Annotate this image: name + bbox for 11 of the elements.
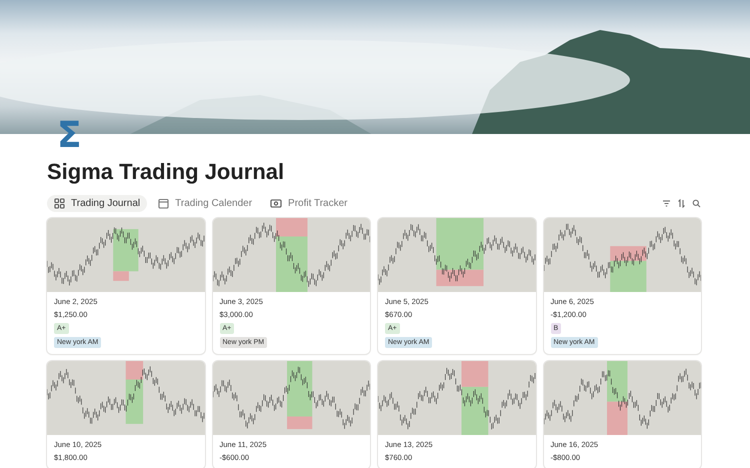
banknote-icon [270,198,282,208]
page-icon: Σ [57,118,82,154]
view-tab[interactable]: Profit Tracker [263,194,354,212]
view-tab[interactable]: Trading Journal [47,194,148,212]
calendar-icon [158,198,170,208]
search-icon[interactable] [692,198,701,208]
filter-icon[interactable] [662,198,671,208]
page-title: Sigma Trading Journal [47,158,286,186]
view-tab[interactable]: Trading Calender [151,194,260,212]
sort-icon[interactable] [677,198,686,208]
grid-icon [54,198,65,208]
